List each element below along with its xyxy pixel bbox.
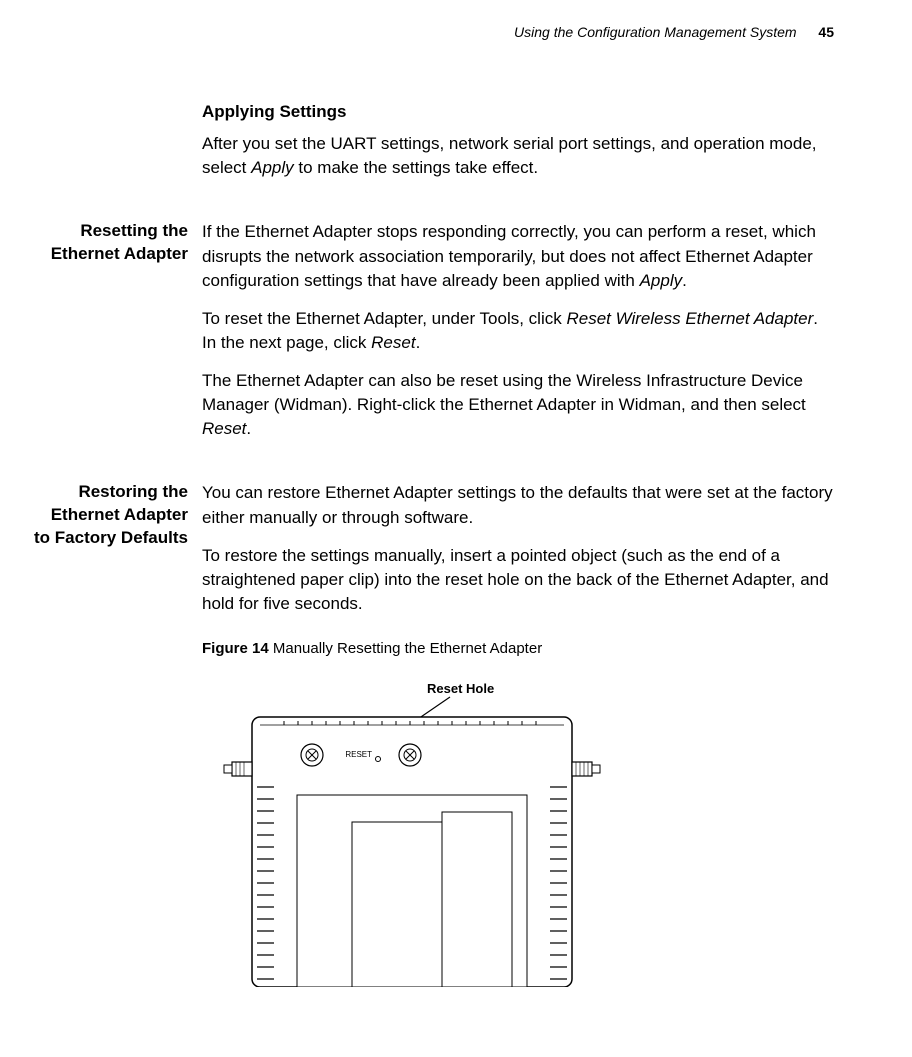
text: If the Ethernet Adapter stops responding… — [202, 222, 816, 289]
ui-term-reset-wea: Reset Wireless Ethernet Adapter — [566, 309, 813, 328]
side-heading-resetting: Resetting the Ethernet Adapter — [32, 220, 202, 266]
ethernet-adapter-diagram: Reset Hole — [202, 677, 622, 987]
running-title: Using the Configuration Management Syste… — [514, 24, 796, 40]
page: Using the Configuration Management Syste… — [0, 0, 912, 1027]
screw-top-right — [399, 744, 421, 766]
ui-term-reset-2: Reset — [202, 419, 246, 438]
para-resetting-2: To reset the Ethernet Adapter, under Too… — [202, 307, 834, 355]
para-applying-1: After you set the UART settings, network… — [202, 132, 834, 180]
callout-reset-hole: Reset Hole — [427, 681, 494, 696]
side-heading-restoring: Restoring the Ethernet Adapter to Factor… — [32, 481, 202, 550]
figure-title: Manually Resetting the Ethernet Adapter — [269, 640, 543, 657]
text: . — [416, 333, 421, 352]
ui-term-reset-1: Reset — [371, 333, 415, 352]
text: to make the settings take effect. — [294, 158, 538, 177]
ui-term-apply: Apply — [251, 158, 294, 177]
screw-top-left — [301, 744, 323, 766]
body-resetting: If the Ethernet Adapter stops responding… — [202, 220, 834, 455]
figure-number: Figure 14 — [202, 640, 269, 657]
text: To reset the Ethernet Adapter, under Too… — [202, 309, 566, 328]
subtitle-applying: Applying Settings — [202, 100, 834, 124]
section-resetting: Resetting the Ethernet Adapter If the Et… — [32, 220, 834, 455]
running-header: Using the Configuration Management Syste… — [32, 24, 834, 40]
section-applying-settings: Applying Settings After you set the UART… — [32, 100, 834, 194]
para-restoring-1: You can restore Ethernet Adapter setting… — [202, 481, 834, 529]
page-number: 45 — [818, 24, 834, 40]
device-outline: RESET — [224, 717, 600, 987]
reset-label: RESET — [345, 750, 372, 759]
text: The Ethernet Adapter can also be reset u… — [202, 371, 806, 414]
para-resetting-1: If the Ethernet Adapter stops responding… — [202, 220, 834, 292]
reset-hole-icon — [376, 757, 381, 762]
text: . — [682, 271, 687, 290]
body-restoring: You can restore Ethernet Adapter setting… — [202, 481, 834, 987]
figure-caption: Figure 14 Manually Resetting the Etherne… — [202, 638, 834, 659]
figure-14: Reset Hole — [202, 677, 834, 987]
ui-term-apply-2: Apply — [640, 271, 683, 290]
para-resetting-3: The Ethernet Adapter can also be reset u… — [202, 369, 834, 441]
para-restoring-2: To restore the settings manually, insert… — [202, 544, 834, 616]
text: . — [246, 419, 251, 438]
section-restoring: Restoring the Ethernet Adapter to Factor… — [32, 481, 834, 987]
body-applying: Applying Settings After you set the UART… — [202, 100, 834, 194]
